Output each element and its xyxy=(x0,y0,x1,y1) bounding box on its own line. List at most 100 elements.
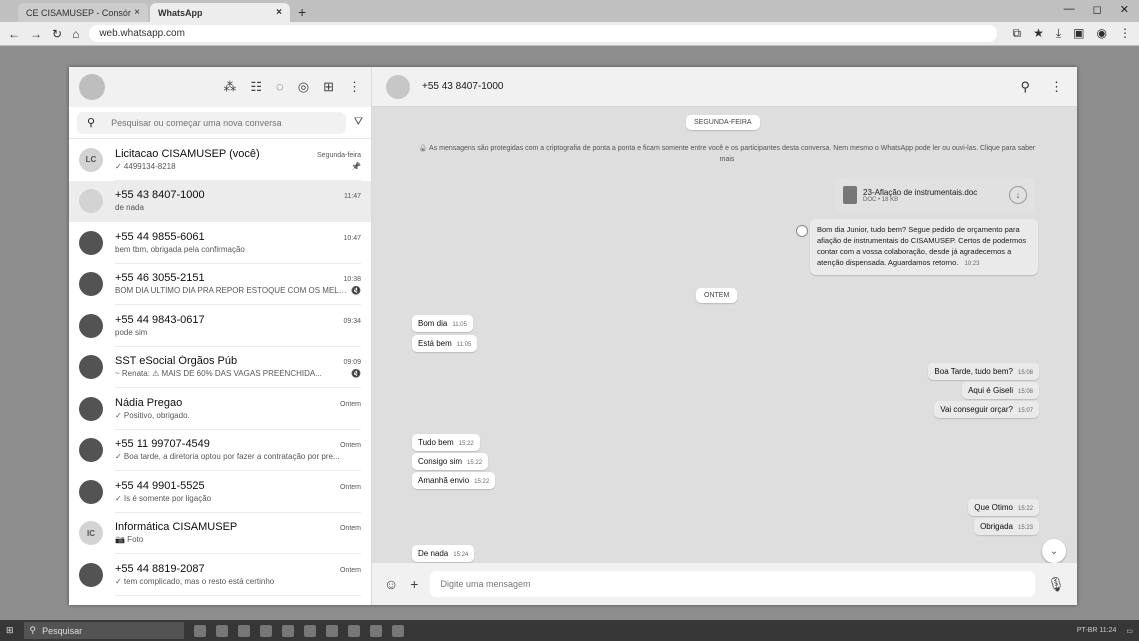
microphone-icon[interactable]: 🎙 xyxy=(1047,576,1065,593)
contact-name[interactable]: +55 43 8407-1000 xyxy=(422,81,503,92)
forward-icon[interactable]: → xyxy=(30,27,42,41)
tray-clock[interactable]: PT-BR 11:24 xyxy=(1077,627,1117,634)
app-icon[interactable] xyxy=(237,624,250,637)
list-item[interactable]: +55 44 9843-0617 09:34 pode sim xyxy=(69,305,371,347)
filter-icon[interactable]: ⛛ xyxy=(354,116,363,129)
avatar[interactable] xyxy=(386,74,410,99)
app-icon[interactable] xyxy=(325,624,338,637)
app-icon[interactable] xyxy=(215,624,228,637)
chat-time: Ontem xyxy=(339,483,361,491)
mute-icon: 🔇 xyxy=(351,369,361,379)
date-divider: SEGUNDA-FEIRA xyxy=(686,115,760,130)
chat-time: Ontem xyxy=(339,442,361,450)
chat-time: 09:09 xyxy=(343,359,361,367)
search-box[interactable]: ⚲ xyxy=(77,111,346,134)
chat-preview: ✓ Is é somente por ligação xyxy=(115,493,212,503)
maximize-icon[interactable]: ◻ xyxy=(1093,3,1102,16)
new-chat-icon[interactable]: ⊞ xyxy=(323,79,334,95)
app-icon[interactable] xyxy=(303,624,316,637)
avatar[interactable] xyxy=(79,74,105,100)
tab-label: WhatsApp xyxy=(158,7,203,18)
list-item[interactable]: +55 11 99707-4549 Ontem ✓ Boa tarde, a di… xyxy=(69,430,371,471)
list-item[interactable]: IC Informática CISAMUSEP Ontem 📷 Foto xyxy=(69,513,371,554)
back-icon[interactable]: ← xyxy=(8,27,20,41)
download-icon[interactable]: ⤓ xyxy=(1056,26,1061,41)
menu-icon[interactable]: ⋮ xyxy=(348,79,361,95)
message-text: Que Otimo xyxy=(974,503,1013,512)
browser-tab-whatsapp[interactable]: WhatsApp × xyxy=(150,3,290,22)
translate-icon[interactable]: ⧉ xyxy=(1013,26,1022,41)
search-icon[interactable]: ⚲ xyxy=(1020,79,1030,95)
taskbar-search[interactable]: ⚲ Pesquisar xyxy=(23,622,184,639)
forward-icon[interactable] xyxy=(796,225,808,237)
list-item[interactable]: SST eSocial Órgãos Púb 09:09 ~ Renata: ⚠ … xyxy=(69,347,371,388)
attach-plus-icon[interactable]: + xyxy=(410,576,418,592)
message-input[interactable] xyxy=(430,571,1036,597)
menu-icon[interactable]: ⋮ xyxy=(1050,79,1063,95)
emoji-icon[interactable]: ☺ xyxy=(384,576,398,592)
channels-icon[interactable]: ◎ xyxy=(298,79,309,95)
url-field[interactable]: web.whatsapp.com xyxy=(89,25,997,42)
avatar xyxy=(79,562,103,587)
list-item[interactable]: LC Licitacao CISAMUSEP (você) Segunda-fei… xyxy=(69,139,371,181)
list-item[interactable]: +55 44 9855-6061 10:47 bem tbm, obrigada … xyxy=(69,222,371,264)
chat-time: 11:47 xyxy=(344,193,361,201)
close-icon[interactable]: × xyxy=(134,7,140,18)
outgoing-message: Obrigada 15:23 xyxy=(974,518,1039,535)
avatar xyxy=(79,438,103,463)
outgoing-message: Bom dia Junior, tudo bem? Segue pedido d… xyxy=(810,219,1038,275)
composer: ☺ + 🎙 xyxy=(372,563,1077,605)
incoming-message: Tudo bem 15:22 xyxy=(412,434,480,451)
list-item[interactable]: +55 44 8819-2087 Ontem ✓ tem complicado, … xyxy=(69,554,371,596)
incoming-message: De nada 15:24 xyxy=(412,545,475,562)
document-message[interactable]: 23-Aflação de instrumentais.doc DOC • 18… xyxy=(835,177,1035,213)
groups-icon[interactable]: ☷ xyxy=(250,79,262,95)
app-icon[interactable] xyxy=(259,624,272,637)
chat-name: Licitacao CISAMUSEP (você) xyxy=(115,147,260,160)
list-item[interactable]: Nádia Pregao Ontem ✓ Positivo, obrigado. xyxy=(69,388,371,430)
search-input[interactable] xyxy=(111,117,312,128)
chat-name: +55 44 9843-0617 xyxy=(115,313,205,326)
communities-icon[interactable]: ⁂ xyxy=(223,79,236,95)
new-tab-icon[interactable]: + xyxy=(298,4,306,20)
chat-name: +55 46 3055-2151 xyxy=(115,272,205,285)
message-area[interactable]: SEGUNDA-FEIRA 🔒 As mensagens são protegi… xyxy=(372,107,1077,563)
list-item[interactable]: +55 43 8407-1000 11:47 de nada xyxy=(69,180,371,222)
minimize-icon[interactable]: — xyxy=(1064,3,1075,16)
reload-icon[interactable]: ↻ xyxy=(52,27,62,41)
app-icon[interactable] xyxy=(281,624,294,637)
windows-start-icon[interactable]: ⊞ xyxy=(6,625,14,636)
notification-icon[interactable]: ▭ xyxy=(1126,627,1133,635)
chat-name: SST eSocial Órgãos Púb xyxy=(115,355,238,368)
sidepanel-icon[interactable]: ▣ xyxy=(1073,26,1084,41)
conversation-header[interactable]: +55 43 8407-1000 ⚲ ⋮ xyxy=(372,67,1077,107)
chat-preview: BOM DIA ULTIMO DIA PRA REPOR ESTOQUE COM… xyxy=(115,286,348,296)
avatar: LC xyxy=(79,147,103,172)
status-icon[interactable]: ◌ xyxy=(276,79,284,95)
scroll-down-icon[interactable]: ⌄ xyxy=(1042,539,1066,563)
download-icon[interactable]: ↓ xyxy=(1009,186,1027,204)
message-time: 15:07 xyxy=(1017,408,1033,414)
encryption-notice[interactable]: 🔒 As mensagens são protegidas com a crip… xyxy=(412,143,1042,165)
list-item[interactable]: +55 46 3055-2151 10:38 BOM DIA ULTIMO DIA… xyxy=(69,264,371,305)
browser-tab-cisamusep[interactable]: CE CISAMUSEP - Consórcio Públi × xyxy=(18,3,148,22)
close-window-icon[interactable]: ✕ xyxy=(1120,3,1129,16)
app-icon[interactable] xyxy=(193,624,206,637)
outgoing-message: Boa Tarde, tudo bem? 15:08 xyxy=(928,363,1039,380)
home-icon[interactable]: ⌂ xyxy=(72,27,79,41)
app-icon[interactable] xyxy=(391,624,404,637)
app-icon[interactable] xyxy=(369,624,382,637)
list-item[interactable]: +55 44 9901-5525 Ontem ✓ Is é somente por… xyxy=(69,471,371,513)
app-icon[interactable] xyxy=(347,624,360,637)
chat-time: 09:34 xyxy=(343,317,361,325)
address-actions: ⧉ ★ ⤓ ▣ ◉ ⋮ xyxy=(1013,26,1131,41)
bookmark-star-icon[interactable]: ★ xyxy=(1033,26,1044,41)
search-icon: ⚲ xyxy=(87,117,96,129)
close-icon[interactable]: × xyxy=(276,7,282,18)
browser-menu-icon[interactable]: ⋮ xyxy=(1119,26,1131,41)
profile-icon[interactable]: ◉ xyxy=(1097,26,1107,41)
chat-preview: ✓ Boa tarde, a diretoria optou por fazer… xyxy=(115,452,340,462)
chat-time: Ontem xyxy=(339,400,361,408)
message-time: 15:22 xyxy=(458,441,474,447)
chat-name: +55 44 9901-5525 xyxy=(115,479,205,492)
